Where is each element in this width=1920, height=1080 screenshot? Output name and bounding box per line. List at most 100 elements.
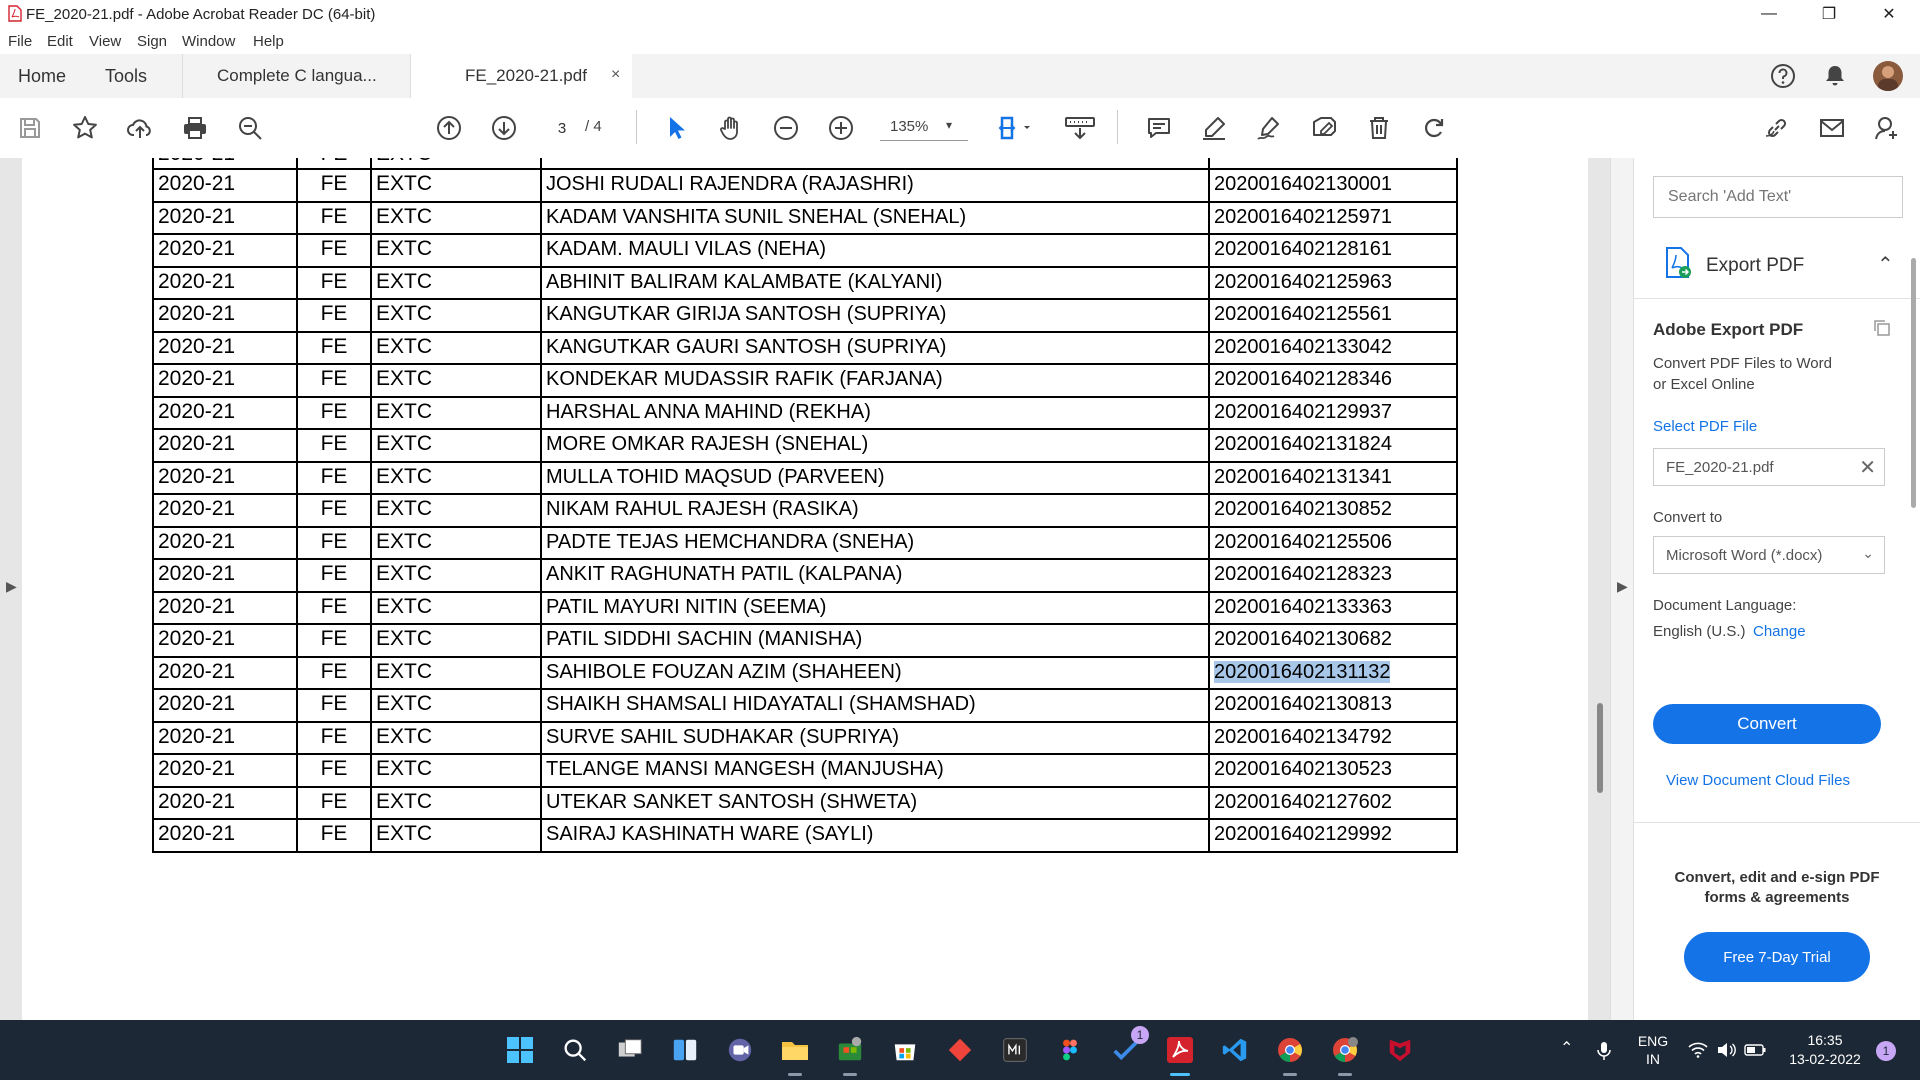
- class-cell[interactable]: FE: [296, 233, 372, 268]
- star-icon[interactable]: [69, 112, 101, 144]
- figma-icon[interactable]: [1052, 1032, 1088, 1068]
- class-cell[interactable]: FE: [296, 688, 372, 723]
- tab-document-fe[interactable]: FE_2020-21.pdf ×: [410, 54, 632, 98]
- year-cell[interactable]: 2020-21: [152, 460, 298, 495]
- store-app-icon[interactable]: [832, 1032, 868, 1076]
- scrollbar-thumb[interactable]: [1597, 703, 1603, 793]
- class-cell[interactable]: FE: [296, 200, 372, 235]
- student-name-cell[interactable]: KANGUTKAR GAURI SANTOSH (SUPRIYA): [540, 330, 1210, 365]
- next-page-icon[interactable]: [488, 112, 520, 144]
- menu-edit[interactable]: Edit: [47, 33, 73, 50]
- class-cell[interactable]: FE: [296, 363, 372, 398]
- class-cell[interactable]: FE: [296, 623, 372, 658]
- student-name-cell[interactable]: ABHINIT BALIRAM KALAMBATE (KALYANI): [540, 265, 1210, 300]
- branch-cell[interactable]: EXTC: [370, 363, 542, 398]
- student-name-cell[interactable]: PATIL SIDDHI SACHIN (MANISHA): [540, 623, 1210, 658]
- student-name-cell[interactable]: KADAM. MAULI VILAS (NEHA): [540, 233, 1210, 268]
- close-window-button[interactable]: ✕: [1860, 0, 1918, 28]
- year-cell[interactable]: 2020-21: [152, 655, 298, 690]
- tab-tools[interactable]: Tools: [105, 54, 147, 98]
- remove-file-icon[interactable]: ✕: [1859, 455, 1876, 480]
- prn-cell[interactable]: 2020016402131824: [1208, 428, 1458, 463]
- collapse-section-chevron-icon[interactable]: ⌃: [1877, 252, 1894, 277]
- prn-cell[interactable]: 2020016402129992: [1208, 818, 1458, 853]
- class-cell[interactable]: FE: [296, 298, 372, 333]
- menu-window[interactable]: Window: [182, 33, 235, 50]
- student-name-cell[interactable]: SAHIBOLE FOUZAN AZIM (SHAHEEN): [540, 655, 1210, 690]
- vertical-scrollbar[interactable]: [1592, 158, 1610, 1020]
- convert-button[interactable]: Convert: [1653, 704, 1881, 744]
- branch-cell[interactable]: EXTC: [370, 493, 542, 528]
- year-cell[interactable]: 2020-21: [152, 363, 298, 398]
- year-cell[interactable]: 2020-21: [152, 330, 298, 365]
- bell-icon[interactable]: [1821, 62, 1849, 90]
- branch-cell[interactable]: EXTC: [370, 558, 542, 593]
- year-cell[interactable]: 2020-21: [152, 168, 298, 203]
- prn-cell[interactable]: 2020016402129937: [1208, 395, 1458, 430]
- view-document-cloud-link[interactable]: View Document Cloud Files: [1666, 772, 1850, 789]
- prn-cell[interactable]: 2020016402130813: [1208, 688, 1458, 723]
- branch-cell[interactable]: EXTC: [370, 655, 542, 690]
- trash-icon[interactable]: [1363, 112, 1395, 144]
- chrome-icon[interactable]: [1272, 1032, 1308, 1076]
- search-icon[interactable]: [557, 1032, 593, 1068]
- zoom-search-icon[interactable]: [234, 112, 266, 144]
- year-cell[interactable]: 2020-21: [152, 785, 298, 820]
- tab-document-c-language[interactable]: Complete C langua...: [182, 54, 410, 98]
- previous-page-icon[interactable]: [433, 112, 465, 144]
- prn-cell[interactable]: 2020016402128346: [1208, 363, 1458, 398]
- student-name-cell[interactable]: JOSHI RUDALI RAJENDRA (RAJASHRI): [540, 168, 1210, 203]
- volume-icon[interactable]: [1716, 1042, 1736, 1058]
- file-explorer-icon[interactable]: [777, 1032, 813, 1076]
- free-trial-button[interactable]: Free 7-Day Trial: [1684, 932, 1870, 982]
- class-cell[interactable]: FE: [296, 265, 372, 300]
- branch-cell[interactable]: EXTC: [370, 720, 542, 755]
- task-view-icon[interactable]: [612, 1032, 648, 1068]
- class-cell[interactable]: FE: [296, 395, 372, 430]
- branch-cell[interactable]: EXTC: [370, 525, 542, 560]
- class-cell[interactable]: FE: [296, 720, 372, 755]
- wifi-icon[interactable]: [1688, 1042, 1708, 1058]
- highlight-pen-icon[interactable]: [1198, 112, 1230, 144]
- change-language-link[interactable]: Change: [1753, 623, 1806, 640]
- year-cell[interactable]: 2020-21: [152, 818, 298, 853]
- class-cell[interactable]: FE: [296, 493, 372, 528]
- help-icon[interactable]: [1769, 62, 1797, 90]
- add-user-icon[interactable]: [1871, 112, 1903, 144]
- tools-pane-scrollbar[interactable]: [1911, 258, 1916, 508]
- hand-tool-icon[interactable]: [715, 112, 747, 144]
- student-name-cell[interactable]: PADTE TEJAS HEMCHANDRA (SNEHA): [540, 525, 1210, 560]
- student-name-cell[interactable]: SAIRAJ KASHINATH WARE (SAYLI): [540, 818, 1210, 853]
- year-cell[interactable]: 2020-21: [152, 688, 298, 723]
- year-cell[interactable]: 2020-21: [152, 525, 298, 560]
- prn-cell[interactable]: 2020016402125963: [1208, 265, 1458, 300]
- menu-file[interactable]: File: [8, 33, 32, 50]
- class-cell[interactable]: FE: [296, 558, 372, 593]
- branch-cell[interactable]: EXTC: [370, 785, 542, 820]
- prn-cell[interactable]: 2020016402133363: [1208, 590, 1458, 625]
- student-name-cell[interactable]: KANGUTKAR GIRIJA SANTOSH (SUPRIYA): [540, 298, 1210, 333]
- document-area[interactable]: ▶ 2020-21FEEXTC2020-21FEEXTCJOSHI RUDALI…: [0, 158, 1610, 1020]
- branch-cell[interactable]: EXTC: [370, 265, 542, 300]
- menu-view[interactable]: View: [89, 33, 121, 50]
- prn-cell[interactable]: 2020016402130001: [1208, 168, 1458, 203]
- zoom-level[interactable]: 135%: [890, 118, 928, 135]
- teams-chat-icon[interactable]: [722, 1032, 758, 1068]
- student-name-cell[interactable]: KONDEKAR MUDASSIR RAFIK (FARJANA): [540, 363, 1210, 398]
- fit-page-icon[interactable]: [993, 112, 1039, 144]
- tab-close-button[interactable]: ×: [611, 66, 620, 84]
- prn-cell[interactable]: 2020016402134792: [1208, 720, 1458, 755]
- year-cell[interactable]: 2020-21: [152, 428, 298, 463]
- prn-cell[interactable]: 2020016402128161: [1208, 233, 1458, 268]
- menu-sign[interactable]: Sign: [137, 33, 167, 50]
- language-indicator[interactable]: ENG IN: [1632, 1032, 1674, 1068]
- student-name-cell[interactable]: PATIL MAYURI NITIN (SEEMA): [540, 590, 1210, 625]
- student-name-cell[interactable]: ANKIT RAGHUNATH PATIL (KALPANA): [540, 558, 1210, 593]
- student-name-cell[interactable]: MORE OMKAR RAJESH (SNEHAL): [540, 428, 1210, 463]
- student-name-cell[interactable]: SHAIKH SHAMSALI HIDAYATALI (SHAMSHAD): [540, 688, 1210, 723]
- class-cell[interactable]: FE: [296, 330, 372, 365]
- branch-cell[interactable]: EXTC: [370, 233, 542, 268]
- vscode-icon[interactable]: [1217, 1032, 1253, 1068]
- chrome-profile-icon[interactable]: [1327, 1032, 1363, 1076]
- student-name-cell[interactable]: SURVE SAHIL SUDHAKAR (SUPRIYA): [540, 720, 1210, 755]
